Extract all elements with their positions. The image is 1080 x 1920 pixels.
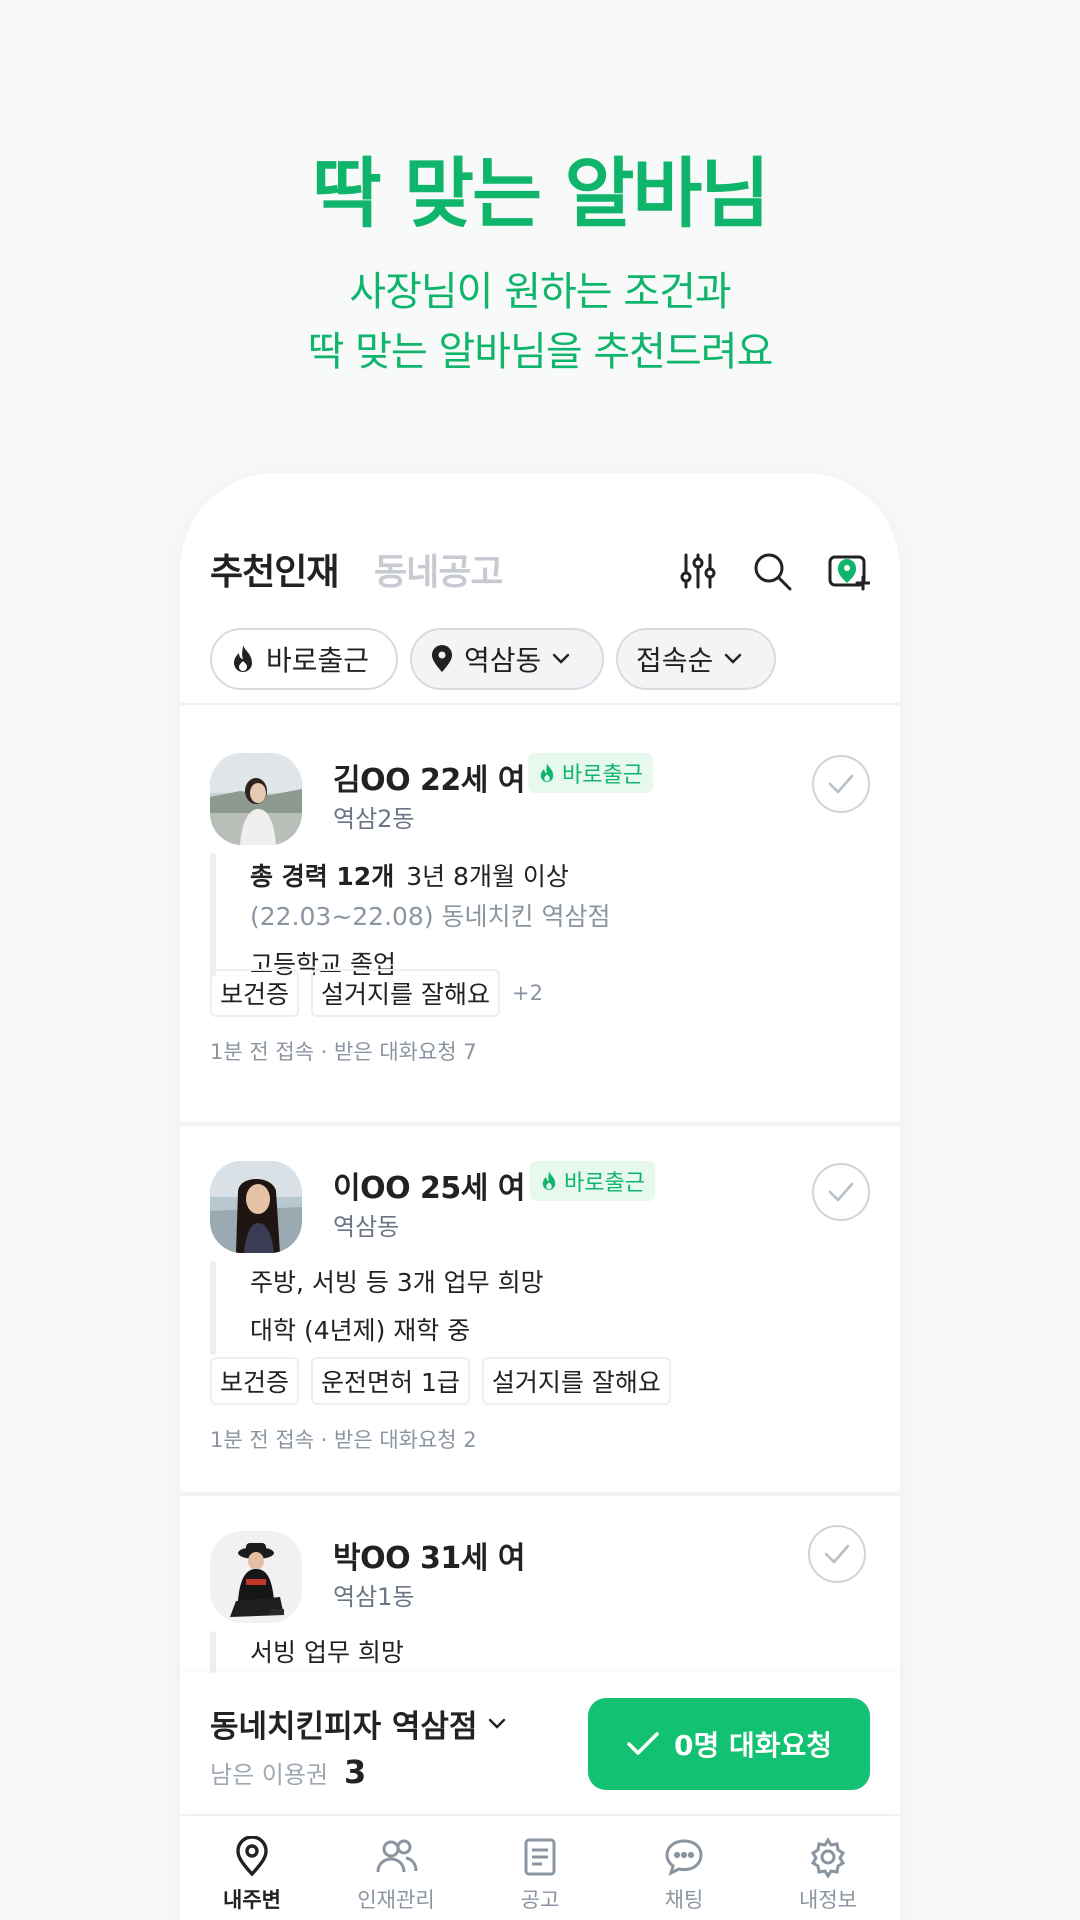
activity-meta: 1분 전 접속 · 받은 대화요청 7 — [210, 1040, 477, 1064]
detail-bar — [210, 853, 216, 977]
career-count: 총 경력 12개 — [250, 862, 395, 891]
skill-tag: 설거지를 잘해요 — [311, 969, 500, 1017]
skill-tag: 보건증 — [210, 969, 300, 1017]
remaining-passes: 남은 이용권 3 — [210, 1753, 366, 1791]
badge-label: 바로출근 — [562, 763, 643, 788]
skill-tags: 보건증 설거지를 잘해요 +2 — [210, 969, 543, 1017]
remaining-value: 3 — [344, 1753, 367, 1791]
check-icon — [828, 774, 854, 794]
select-candidate-checkbox[interactable] — [808, 1525, 866, 1583]
avatar — [210, 1161, 302, 1253]
search-icon[interactable] — [750, 549, 794, 593]
detail-bar — [210, 1631, 216, 1673]
candidate-card[interactable]: 김OO 22세 여 바로출근 역삼2동 총 경력 12개 3년 8개월 이상 (2… — [180, 705, 900, 1095]
instant-start-badge: 바로출근 — [530, 1161, 655, 1201]
skill-tag: 운전면허 1급 — [311, 1357, 470, 1405]
fire-icon — [540, 763, 554, 782]
nav-label: 인재관리 — [357, 1888, 435, 1912]
nav-label: 채팅 — [664, 1888, 704, 1912]
people-icon — [376, 1839, 418, 1873]
candidate-name: 이OO 25세 여 — [333, 1171, 525, 1206]
chevron-down-icon — [725, 653, 742, 664]
filter-chip-instant-start[interactable]: 바로출근 — [210, 628, 398, 690]
bottom-navigation: 내주변 인재관리 공고 채팅 내정보 — [180, 1814, 900, 1920]
select-candidate-checkbox[interactable] — [812, 755, 870, 813]
nav-label: 내주변 — [223, 1888, 281, 1912]
badge-label: 바로출근 — [564, 1171, 645, 1196]
detail-bar — [210, 1261, 216, 1355]
education: 대학 (4년제) 재학 중 — [250, 1316, 471, 1345]
desired-work: 서빙 업무 희망 — [250, 1638, 404, 1667]
skill-tag: 보건증 — [210, 1357, 300, 1405]
activity-meta: 1분 전 접속 · 받은 대화요청 2 — [210, 1428, 477, 1452]
filter-sliders-icon[interactable] — [676, 549, 720, 593]
filter-chips: 바로출근 역삼동 접속순 — [210, 628, 880, 692]
chevron-down-icon — [489, 1718, 506, 1729]
candidate-location: 역삼동 — [333, 1213, 400, 1241]
candidate-location: 역삼1동 — [333, 1583, 415, 1611]
app-header: 추천인재 동네공고 — [210, 543, 870, 603]
nav-item-talent[interactable]: 인재관리 — [324, 1836, 468, 1914]
nav-item-nearby[interactable]: 내주변 — [180, 1836, 324, 1914]
select-candidate-checkbox[interactable] — [812, 1163, 870, 1221]
chat-bubble-icon — [665, 1839, 703, 1876]
candidate-location: 역삼2동 — [333, 805, 415, 833]
chevron-down-icon — [553, 653, 570, 664]
avatar — [210, 1531, 302, 1623]
skill-tag: 설거지를 잘해요 — [481, 1357, 671, 1405]
candidate-name: 김OO 22세 여 — [333, 763, 525, 798]
document-icon — [524, 1838, 556, 1876]
skill-tags: 보건증 운전면허 1급 설거지를 잘해요 — [210, 1357, 671, 1405]
tab-recommended-talent[interactable]: 추천인재 — [210, 543, 339, 595]
phone-mockup: 추천인재 동네공고 바로출근 역삼동 접속순 김OO 22세 여 바로출근 역삼… — [180, 473, 900, 1920]
candidate-card[interactable]: 박OO 31세 여 역삼1동 서빙 업무 희망 — [180, 1483, 900, 1673]
filter-chip-label: 바로출근 — [266, 644, 370, 677]
filter-chip-label: 역삼동 — [464, 644, 542, 677]
filter-chip-location[interactable]: 역삼동 — [410, 628, 604, 690]
promo-subtitle-line2: 딱 맞는 알바님을 추천드려요 — [307, 329, 774, 375]
desired-work: 주방, 서빙 등 3개 업무 희망 — [250, 1268, 544, 1297]
store-name: 동네치킨피자 역삼점 — [210, 1709, 478, 1745]
nav-label: 공고 — [520, 1888, 560, 1912]
store-selector[interactable]: 동네치킨피자 역삼점 — [210, 1701, 507, 1746]
bottom-action-bar: 동네치킨피자 역삼점 남은 이용권 3 0명 대화요청 — [180, 1673, 900, 1813]
fire-icon — [234, 645, 252, 672]
nav-item-my-info[interactable]: 내정보 — [756, 1836, 900, 1914]
fire-icon — [542, 1171, 556, 1190]
instant-start-badge: 바로출근 — [528, 753, 653, 793]
candidate-card[interactable]: 이OO 25세 여 바로출근 역삼동 주방, 서빙 등 3개 업무 희망 대학 … — [180, 1113, 900, 1483]
check-icon — [828, 1182, 854, 1202]
nav-label: 내정보 — [799, 1888, 857, 1912]
candidate-name: 박OO 31세 여 — [333, 1541, 525, 1576]
check-icon — [824, 1544, 850, 1564]
filter-chip-label: 접속순 — [636, 644, 714, 677]
filter-chip-sort[interactable]: 접속순 — [616, 628, 776, 690]
promo-subtitle: 사장님이 원하는 조건과 딱 맞는 알바님을 추천드려요 — [0, 262, 1080, 382]
more-tags-count: +2 — [511, 981, 543, 1005]
check-icon — [627, 1732, 659, 1755]
career-detail: (22.03~22.08) 동네치킨 역삼점 — [250, 902, 611, 931]
gear-icon — [810, 1837, 846, 1878]
promo-subtitle-line1: 사장님이 원하는 조건과 — [349, 269, 731, 315]
chat-request-label: 0명 대화요청 — [673, 1729, 833, 1762]
chat-request-button[interactable]: 0명 대화요청 — [588, 1698, 870, 1790]
tab-local-jobs[interactable]: 동네공고 — [374, 543, 503, 595]
career-summary: 총 경력 12개 3년 8개월 이상 — [250, 857, 569, 893]
location-add-icon[interactable] — [826, 549, 870, 593]
nav-item-postings[interactable]: 공고 — [468, 1836, 612, 1914]
nav-item-chat[interactable]: 채팅 — [612, 1836, 756, 1914]
location-pin-icon — [432, 645, 452, 672]
avatar — [210, 753, 302, 845]
location-pin-icon — [236, 1836, 268, 1877]
promo-title: 딱 맞는 알바님 — [311, 149, 770, 238]
career-duration: 3년 8개월 이상 — [406, 862, 569, 891]
remaining-label: 남은 이용권 — [210, 1761, 329, 1789]
